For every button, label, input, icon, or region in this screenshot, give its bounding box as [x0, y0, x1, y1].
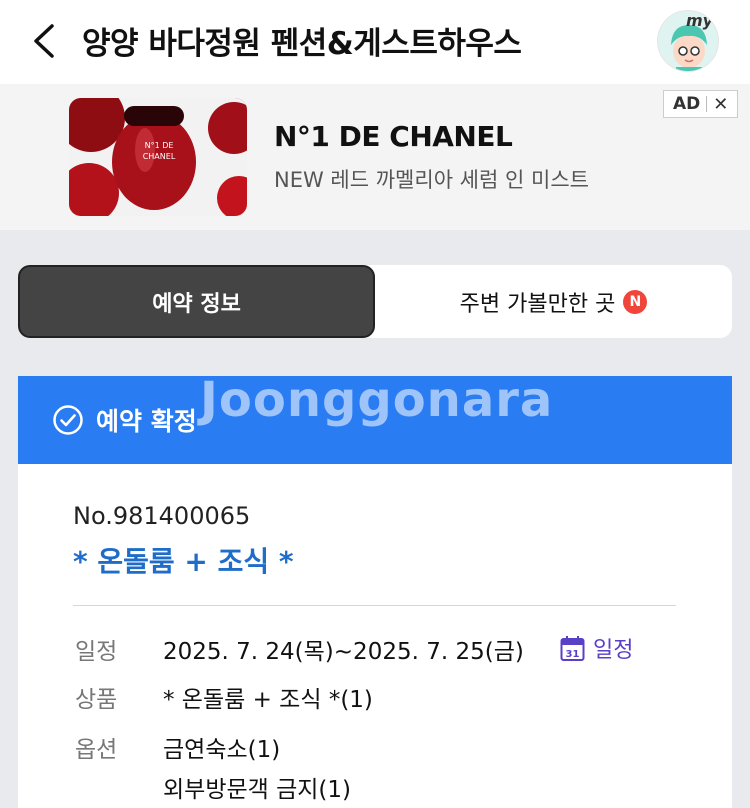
ad-product-label: N°1 DE CHANEL — [142, 141, 176, 161]
tab-nearby-places[interactable]: 주변 가볼만한 곳 N — [375, 265, 732, 338]
option-value-2: 외부방문객 금지(1) — [163, 777, 352, 803]
back-button[interactable] — [28, 20, 64, 62]
new-badge: N — [623, 289, 648, 314]
ad-label: AD — [673, 94, 701, 114]
tab-booking-info-label: 예약 정보 — [152, 291, 241, 317]
booking-number: No.981400065 — [73, 502, 251, 530]
tab-nearby-places-label: 주변 가볼만한 곳 — [459, 291, 616, 317]
product-value: * 온돌룸 + 조식 *(1) — [163, 687, 373, 713]
chevron-left-icon — [34, 24, 54, 58]
avatar-label: my — [686, 11, 714, 30]
ad-product-image[interactable]: N°1 DE CHANEL — [69, 98, 247, 216]
ad-banner[interactable]: N°1 DE CHANEL N°1 DE CHANEL NEW 레드 까멜리아 … — [0, 84, 750, 230]
status-label: 예약 확정 — [96, 407, 197, 436]
tab-booking-info[interactable]: 예약 정보 — [18, 265, 375, 338]
page-title: 양양 바다정원 펜션&게스트하우스 — [82, 26, 522, 62]
ad-subtitle[interactable]: NEW 레드 까멜리아 세럼 인 미스트 — [274, 164, 589, 194]
calendar-link-label: 일정 — [593, 638, 634, 663]
divider — [73, 605, 676, 606]
calendar-day: 31 — [566, 649, 580, 660]
schedule-value: 2025. 7. 24(목)~2025. 7. 25(금) — [163, 639, 524, 665]
tab-bar: 예약 정보 주변 가볼만한 곳 N — [18, 265, 732, 338]
check-circle-icon — [53, 405, 83, 435]
close-icon[interactable]: ✕ — [713, 94, 728, 115]
avatar[interactable]: my — [657, 10, 719, 72]
ad-title[interactable]: N°1 DE CHANEL — [274, 120, 513, 153]
calendar-link[interactable]: 31 일정 — [560, 632, 633, 664]
calendar-icon: 31 — [560, 635, 585, 661]
option-label: 옵션 — [75, 737, 118, 763]
room-name: * 온돌룸 + 조식 * — [73, 545, 294, 578]
ad-badge-divider — [706, 96, 708, 112]
option-value-1: 금연숙소(1) — [163, 737, 281, 763]
status-banner: 예약 확정 — [18, 376, 732, 464]
product-label: 상품 — [75, 687, 118, 713]
booking-card: No.981400065 * 온돌룸 + 조식 * 일정 2025. 7. 24… — [18, 464, 732, 808]
ad-badge: AD ✕ — [663, 90, 738, 118]
top-app-bar: 양양 바다정원 펜션&게스트하우스 my — [0, 0, 750, 84]
schedule-label: 일정 — [75, 639, 118, 665]
